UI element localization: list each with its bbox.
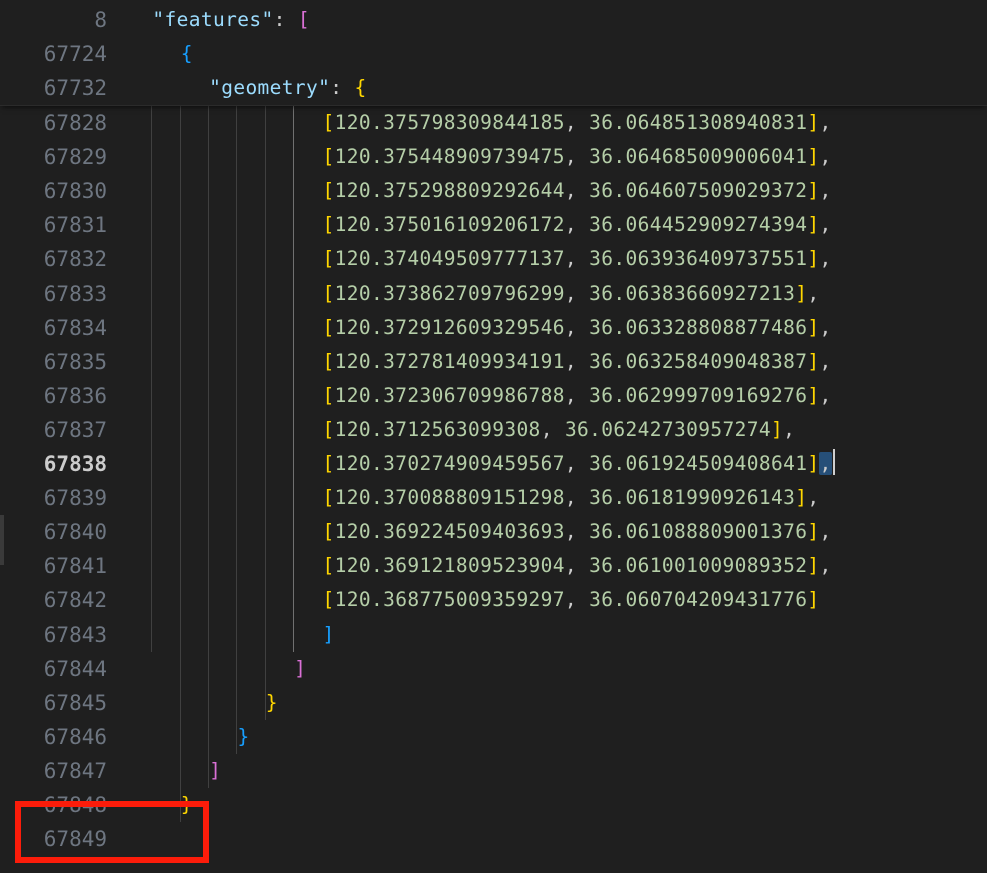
line-content[interactable]: [120.375448909739475, 36.064685009006041… xyxy=(323,140,832,174)
line-content[interactable]: ] xyxy=(209,754,221,788)
code-line-row[interactable]: 67830 [120.375298809292644, 36.0646075090… xyxy=(0,174,987,208)
line-content[interactable]: "features": [ xyxy=(152,3,310,37)
code-line-row[interactable]: 67842 [120.368775009359297, 36.0607042094… xyxy=(0,583,987,617)
code-line-row[interactable]: 67724 { xyxy=(0,37,987,71)
line-number: 67844 xyxy=(43,656,107,681)
code-line-row[interactable]: 67835 [120.372781409934191, 36.0632584090… xyxy=(0,345,987,379)
line-number: 67846 xyxy=(43,724,107,749)
line-content[interactable]: [120.370274909459567, 36.061924509408641… xyxy=(323,447,835,481)
line-number: 67848 xyxy=(43,793,107,817)
code-line-row[interactable]: 67843] xyxy=(0,618,987,652)
code-line-row[interactable]: 67833 [120.373862709796299, 36.0638366092… xyxy=(0,277,987,311)
line-content[interactable]: [120.375016109206172, 36.064452909274394… xyxy=(323,208,832,242)
line-number: 67843 xyxy=(43,622,107,647)
line-content[interactable]: ] xyxy=(323,618,335,652)
line-number: 67828 xyxy=(43,111,107,135)
text-cursor xyxy=(832,449,835,475)
line-content[interactable]: [120.374049509777137, 36.063936409737551… xyxy=(323,242,832,276)
line-content[interactable]: [120.369121809523904, 36.061001009089352… xyxy=(323,549,832,583)
line-number: 67839 xyxy=(43,486,107,511)
sticky-scroll-header[interactable]: 8 "features": [ 67724 {67732 "geometry": { xyxy=(0,0,987,106)
line-number: 67847 xyxy=(43,758,107,783)
line-content[interactable]: } xyxy=(237,720,249,754)
line-content[interactable]: [120.372306709986788, 36.062999709169276… xyxy=(323,379,832,413)
line-content[interactable]: } xyxy=(266,686,278,720)
code-line-row[interactable]: 67838 [120.370274909459567, 36.0619245094… xyxy=(0,447,987,481)
line-content[interactable]: "geometry": { xyxy=(209,71,367,105)
line-content[interactable]: [120.370088809151298, 36.06181990926143]… xyxy=(323,481,820,515)
code-line-row[interactable]: 67849 xyxy=(0,822,987,856)
line-number: 67835 xyxy=(43,349,107,374)
line-content[interactable]: [120.372912609329546, 36.063328808877486… xyxy=(323,311,832,345)
line-number: 67833 xyxy=(43,281,107,306)
line-number: 67831 xyxy=(43,213,107,238)
line-number: 67832 xyxy=(43,247,107,272)
line-number: 67834 xyxy=(43,315,107,340)
bracket-token: ] xyxy=(294,656,307,680)
code-line-row[interactable]: 67848} xyxy=(0,788,987,822)
line-content[interactable]: { xyxy=(181,37,193,71)
code-line-row[interactable]: 67839 [120.370088809151298, 36.0618199092… xyxy=(0,481,987,515)
bracket-token: } xyxy=(180,793,193,816)
code-line-row[interactable]: 67829 [120.375448909739475, 36.0646850090… xyxy=(0,140,987,174)
code-line-row[interactable]: 67831 [120.375016109206172, 36.0644529092… xyxy=(0,208,987,242)
bracket-token: } xyxy=(265,690,278,714)
selected-text: , xyxy=(819,452,832,475)
code-line-row[interactable]: 67834 [120.372912609329546, 36.0633288088… xyxy=(0,311,987,345)
comma: , xyxy=(819,554,832,578)
comma: , xyxy=(819,111,832,134)
line-number: 67840 xyxy=(43,520,107,545)
comma: , xyxy=(819,247,832,271)
bracket-token: ] xyxy=(322,622,335,646)
comma: , xyxy=(807,281,820,305)
line-content[interactable]: [120.372781409934191, 36.063258409048387… xyxy=(323,345,832,379)
code-line-row[interactable]: 67846} xyxy=(0,720,987,754)
line-number: 67732 xyxy=(43,76,107,101)
comma: , xyxy=(819,145,832,169)
line-number: 67849 xyxy=(43,827,107,852)
line-number: 67829 xyxy=(43,145,107,170)
comma: , xyxy=(783,417,796,441)
comma: , xyxy=(819,179,832,203)
line-content[interactable]: [120.375798309844185, 36.064851308940831… xyxy=(323,106,832,140)
line-content[interactable]: [120.373862709796299, 36.06383660927213]… xyxy=(323,277,820,311)
vertical-scrollbar-fragment[interactable] xyxy=(0,515,4,565)
code-line-row[interactable]: 67845} xyxy=(0,686,987,720)
comma: , xyxy=(807,486,820,510)
code-line-row[interactable]: 67837 [120.3712563099308, 36.062427309572… xyxy=(0,413,987,447)
line-content[interactable]: [120.375298809292644, 36.064607509029372… xyxy=(323,174,832,208)
comma: , xyxy=(819,315,832,339)
code-line-row[interactable]: 67732 "geometry": { xyxy=(0,71,987,105)
code-line-row[interactable]: 67828 [120.375798309844185, 36.0648513089… xyxy=(0,106,987,140)
line-content[interactable]: [120.369224509403693, 36.061088809001376… xyxy=(323,515,832,549)
line-number: 67836 xyxy=(43,383,107,408)
line-number: 67845 xyxy=(43,690,107,715)
line-number: 67837 xyxy=(43,417,107,442)
line-number: 67842 xyxy=(43,588,107,613)
line-content[interactable]: [120.368775009359297, 36.060704209431776… xyxy=(323,583,820,617)
code-line-row[interactable]: 67840 [120.369224509403693, 36.0610888090… xyxy=(0,515,987,549)
line-content[interactable]: [120.3712563099308, 36.06242730957274], xyxy=(323,413,796,447)
line-number: 67841 xyxy=(43,554,107,579)
comma: , xyxy=(819,383,832,407)
comma: , xyxy=(819,213,832,237)
code-editor[interactable]: 67828 [120.375798309844185, 36.0648513089… xyxy=(0,0,987,873)
line-content[interactable]: ] xyxy=(294,652,306,686)
code-line-row[interactable]: 67841 [120.369121809523904, 36.0610010090… xyxy=(0,549,987,583)
line-content[interactable]: } xyxy=(181,788,193,822)
line-number: 67724 xyxy=(43,42,107,67)
code-line-row[interactable]: 67844] xyxy=(0,652,987,686)
bracket-token: ] xyxy=(209,758,222,782)
line-number: 67838 xyxy=(43,452,107,476)
code-line-row[interactable]: 67847] xyxy=(0,754,987,788)
comma: , xyxy=(819,349,832,373)
line-number: 8 xyxy=(94,8,107,32)
code-line-row[interactable]: 67832 [120.374049509777137, 36.0639364097… xyxy=(0,242,987,276)
comma: , xyxy=(819,520,832,544)
bracket-token: } xyxy=(237,724,250,748)
code-line-row[interactable]: 67836 [120.372306709986788, 36.0629997091… xyxy=(0,379,987,413)
line-number: 67830 xyxy=(43,179,107,204)
code-line-row[interactable]: 8 "features": [ xyxy=(0,3,987,37)
